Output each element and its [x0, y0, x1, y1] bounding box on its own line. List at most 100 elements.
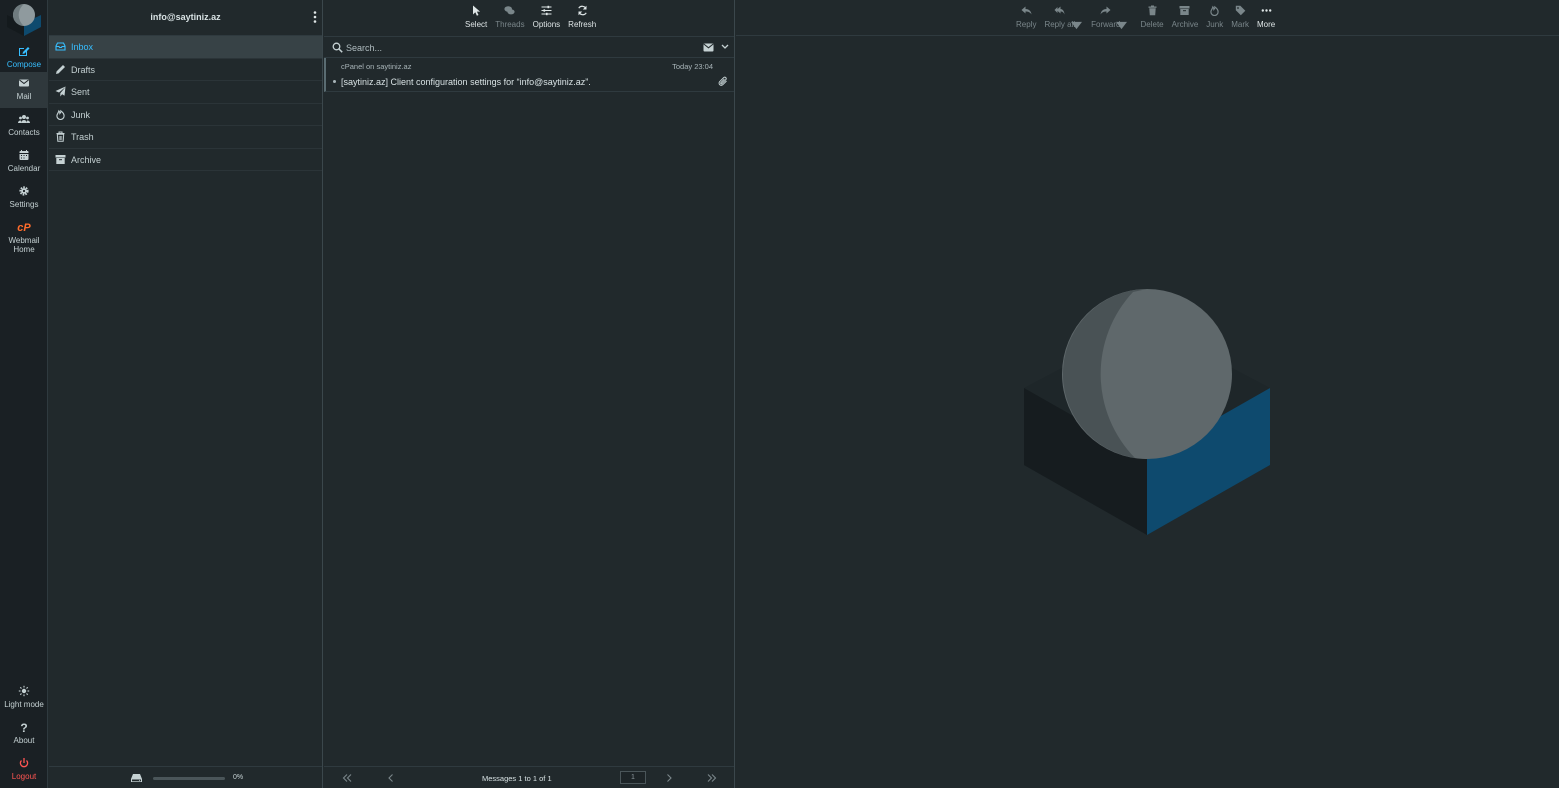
quota-bar — [153, 777, 225, 780]
nav-calendar-label: Calendar — [7, 164, 41, 173]
pagination-bar: Messages 1 to 1 of 1 — [324, 766, 734, 788]
reply-label: Reply — [1016, 20, 1037, 29]
nav-settings[interactable]: Settings — [0, 180, 48, 216]
page-number-input[interactable] — [620, 771, 646, 784]
fire-icon — [56, 109, 65, 120]
first-page-icon[interactable] — [342, 773, 352, 783]
junk-label: Junk — [1206, 20, 1224, 29]
select-button[interactable]: Select — [461, 0, 491, 36]
next-page-icon[interactable] — [664, 773, 674, 783]
folder-label: Drafts — [71, 64, 96, 75]
search-icon — [332, 42, 343, 53]
power-icon — [19, 758, 29, 768]
forward-button[interactable]: Forward — [1087, 0, 1128, 36]
nav-contacts-label: Contacts — [8, 128, 40, 137]
message-row[interactable]: cPanel on saytiniz.az Today 23:04 [sayti… — [324, 58, 734, 92]
nav-calendar[interactable]: Calendar — [0, 144, 48, 180]
preview-header: Reply Reply all Forward Delete Archive J… — [736, 0, 1559, 36]
webmail-app: Compose Mail Contacts Calendar Settings … — [0, 0, 1559, 788]
folder-label: Trash — [71, 132, 94, 142]
paperclip-icon — [718, 76, 727, 86]
options-label: Options — [532, 20, 561, 29]
reply-all-icon — [1054, 6, 1065, 15]
nav-about[interactable]: ? About — [0, 716, 48, 752]
gear-icon — [19, 186, 29, 196]
trash-icon — [56, 131, 65, 142]
folder-sent[interactable]: Sent — [49, 81, 322, 104]
message-count: Messages 1 to 1 of 1 — [482, 774, 552, 783]
cursor-icon — [472, 5, 480, 16]
folder-drafts[interactable]: Drafts — [49, 59, 322, 81]
archive-label: Archive — [1171, 20, 1199, 29]
envelope-icon[interactable] — [703, 43, 714, 52]
archive-button[interactable]: Archive — [1168, 0, 1203, 36]
nav-mail-label: Mail — [16, 92, 32, 101]
reply-all-button[interactable]: Reply all — [1040, 0, 1083, 36]
folder-junk[interactable]: Junk — [49, 104, 322, 126]
folder-inbox[interactable]: Inbox — [49, 36, 322, 59]
chevron-down-icon[interactable] — [721, 44, 729, 50]
message-from: cPanel on saytiniz.az — [341, 62, 412, 71]
comments-icon — [504, 6, 516, 15]
folder-header: info@saytiniz.az — [49, 0, 322, 36]
options-button[interactable]: Options — [529, 0, 565, 36]
pencil-icon — [56, 64, 65, 74]
refresh-icon — [577, 5, 587, 16]
threads-button[interactable]: Threads — [491, 0, 528, 36]
forward-icon — [1100, 6, 1111, 15]
delete-button[interactable]: Delete — [1136, 0, 1167, 36]
mark-button[interactable]: Mark — [1227, 0, 1253, 36]
contacts-icon — [17, 115, 31, 123]
reply-all-dropdown-icon[interactable] — [1071, 20, 1083, 31]
quota-percent: 0% — [233, 774, 244, 781]
threads-label: Threads — [495, 20, 525, 29]
forward-dropdown-icon[interactable] — [1116, 20, 1128, 31]
reply-button[interactable]: Reply — [1012, 0, 1040, 36]
nav-light-mode-label: Light mode — [4, 700, 44, 709]
account-email: info@saytiniz.az — [150, 12, 221, 22]
nav-logout[interactable]: Logout — [0, 752, 48, 788]
archive-box-icon — [1179, 6, 1190, 15]
nav-webmail-home-label-2: Home — [13, 245, 35, 254]
message-subject: [saytiniz.az] Client configuration setti… — [341, 77, 591, 87]
folder-trash[interactable]: Trash — [49, 126, 322, 149]
nav-compose[interactable]: Compose — [0, 40, 48, 76]
folder-label: Inbox — [71, 42, 94, 52]
mail-icon — [19, 79, 29, 87]
folder-archive[interactable]: Archive — [49, 149, 322, 171]
message-list-panel: Select Threads Options Refresh cPanel on… — [324, 0, 735, 788]
fire-icon — [1210, 5, 1219, 16]
more-dots-icon — [1261, 9, 1271, 12]
compose-icon — [19, 47, 30, 56]
more-button[interactable]: More — [1253, 0, 1279, 36]
nav-compose-label: Compose — [6, 60, 42, 69]
nav-about-label: About — [13, 736, 35, 745]
cpanel-icon: cP — [17, 222, 31, 234]
mark-label: Mark — [1231, 20, 1249, 29]
preview-panel: Reply Reply all Forward Delete Archive J… — [736, 0, 1559, 788]
archive-box-icon — [55, 154, 66, 164]
nav-webmail-home[interactable]: cP Webmail Home — [0, 216, 48, 260]
folder-label: Sent — [71, 87, 90, 97]
select-label: Select — [465, 20, 488, 29]
previous-page-icon[interactable] — [386, 773, 396, 783]
main-nav: Compose Mail Contacts Calendar Settings … — [0, 0, 48, 788]
delete-label: Delete — [1140, 20, 1164, 29]
unread-dot-icon — [333, 80, 336, 83]
nav-mail[interactable]: Mail — [0, 72, 48, 108]
nav-contacts[interactable]: Contacts — [0, 108, 48, 144]
nav-light-mode[interactable]: Light mode — [0, 680, 48, 716]
message-date: Today 23:04 — [672, 62, 713, 71]
nav-logout-label: Logout — [11, 772, 37, 781]
question-icon: ? — [20, 721, 28, 735]
hard-drive-icon — [131, 774, 142, 782]
kebab-menu-icon[interactable] — [312, 10, 318, 24]
junk-button[interactable]: Junk — [1202, 0, 1227, 36]
last-page-icon[interactable] — [707, 773, 717, 783]
roundcube-logo[interactable] — [5, 2, 43, 36]
refresh-button[interactable]: Refresh — [564, 0, 600, 36]
search-input[interactable] — [346, 40, 686, 55]
refresh-label: Refresh — [568, 20, 597, 29]
nav-settings-label: Settings — [9, 200, 39, 209]
sun-icon — [18, 685, 30, 697]
